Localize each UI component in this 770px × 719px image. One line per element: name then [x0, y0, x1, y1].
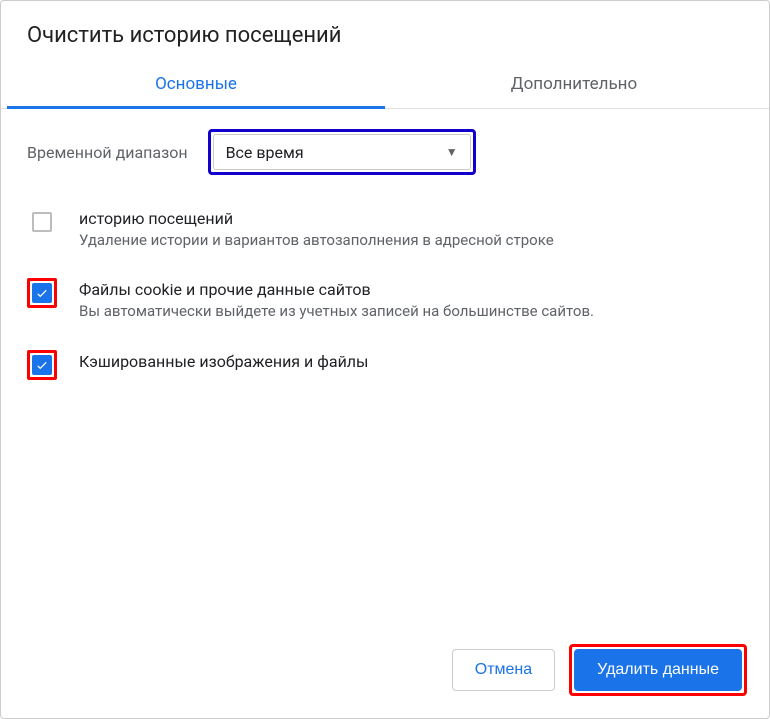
tab-basic-label: Основные [155, 74, 237, 94]
checkbox-wrap-cookies [27, 278, 57, 308]
checkbox-wrap-history [27, 207, 57, 237]
time-range-value: Все время [226, 143, 304, 162]
cancel-button-label: Отмена [475, 661, 532, 679]
tab-advanced[interactable]: Дополнительно [385, 58, 763, 108]
option-cache: Кэшированные изображения и файлы [27, 350, 743, 380]
option-history: историю посещений Удаление истории и вар… [27, 207, 743, 250]
option-cache-text: Кэшированные изображения и файлы [79, 350, 743, 373]
option-cache-title: Кэшированные изображения и файлы [79, 352, 743, 371]
dialog-footer: Отмена Удалить данные [1, 644, 769, 718]
chevron-down-icon: ▼ [446, 145, 458, 159]
option-history-title: историю посещений [79, 209, 743, 228]
time-range-row: Временной диапазон Все время ▼ [27, 129, 743, 175]
tab-basic[interactable]: Основные [7, 58, 385, 108]
option-history-text: историю посещений Удаление истории и вар… [79, 207, 743, 250]
checkbox-cache[interactable] [32, 355, 52, 375]
time-range-highlight: Все время ▼ [208, 129, 476, 175]
option-cookies-title: Файлы cookie и прочие данные сайтов [79, 280, 743, 299]
option-cookies: Файлы cookie и прочие данные сайтов Вы а… [27, 278, 743, 321]
option-history-desc: Удаление истории и вариантов автозаполне… [79, 230, 743, 250]
clear-data-button[interactable]: Удалить данные [574, 649, 742, 691]
option-cookies-text: Файлы cookie и прочие данные сайтов Вы а… [79, 278, 743, 321]
check-icon [35, 286, 49, 300]
check-icon [35, 358, 49, 372]
cancel-button[interactable]: Отмена [452, 649, 555, 691]
time-range-label: Временной диапазон [27, 143, 188, 162]
tab-advanced-label: Дополнительно [511, 74, 637, 94]
checkbox-history[interactable] [32, 212, 52, 232]
option-cookies-desc: Вы автоматически выйдете из учетных запи… [79, 301, 743, 321]
checkbox-wrap-cache [27, 350, 57, 380]
tabs: Основные Дополнительно [1, 58, 769, 109]
dialog-title: Очистить историю посещений [1, 1, 769, 58]
dialog-content: Временной диапазон Все время ▼ историю п… [1, 109, 769, 644]
checkbox-cookies[interactable] [32, 283, 52, 303]
clear-browsing-data-dialog: Очистить историю посещений Основные Допо… [0, 0, 770, 719]
clear-data-button-label: Удалить данные [597, 661, 719, 679]
time-range-select[interactable]: Все время ▼ [213, 134, 471, 170]
confirm-button-highlight: Удалить данные [569, 644, 747, 696]
